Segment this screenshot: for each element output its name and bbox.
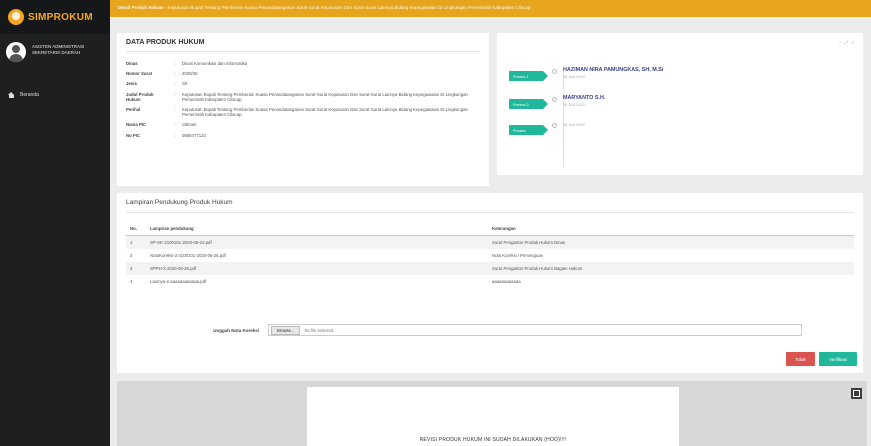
file-link[interactable]: SP-SK-2100101-2020-06-22.pdf [146,235,488,249]
detail-key: No PIC [126,132,141,138]
verifikasi-button[interactable]: Verifikasi [819,352,857,366]
timeline-line [563,71,564,167]
detail-key: Dinas [126,61,138,66]
timeline-name: MARYANTO S.H. [563,95,606,101]
sidebar-item-label: Beranda [20,92,39,98]
detail-row: Perihal: Keputusan Bupati Tentang Pemberi… [126,107,480,117]
row-number: 4 [130,279,133,284]
app-logo[interactable]: SIMPROKUM [0,0,110,34]
detail-title: DATA PRODUK HUKUM [126,39,480,52]
logo-text: SIMPROKUM [28,11,93,23]
detail-row: No PIC:0865477122 [126,133,480,138]
column-header: No. [126,222,146,236]
timeline-dot [552,123,557,128]
table-row: 2 NotaKoreksi-2.0100101-2020-06-26.pdf N… [126,249,854,262]
detail-value: 2020/36 [182,71,198,77]
colon: : [174,107,176,113]
table-row: 3 SPPH-2-2020-06-26.pdf Surat Pengantar … [126,262,854,275]
table-row: 1 SP-SK-2100101-2020-06-22.pdf Surat Pen… [126,235,854,249]
detail-row: Judul Produk Hukum: Keputusan Bupati Tent… [126,92,480,102]
sidebar: SIMPROKUM ASISTEN ADMINISTRASI SEKRETARI… [0,0,110,446]
timeline-date: 28 Juni 2020 [563,103,585,107]
file-link[interactable]: SPPH-2-2020-06-26.pdf [146,262,488,275]
upload-label: Unggah Nota Koreksi [213,327,259,333]
colon: : [174,81,176,87]
file-link[interactable]: Lainnya-2-aaaaaaaaaaaa.pdf [146,275,488,288]
logo-icon [8,9,24,25]
lampiran-title: Lampiran Pendukung Produk Hukum [126,199,854,213]
nota-koreksi-file-input[interactable]: Browse... No file selected. [268,324,802,336]
table-row: 4 Lainnya-2-aaaaaaaaaaaa.pdf aaaaaaaaaaa… [126,275,854,288]
preview-page: REVISI PRODUK HUKUM INI SUDAH DILAKUKAN … [307,387,679,446]
home-icon [8,92,15,98]
row-number: 1 [126,235,146,249]
lampiran-card: Lampiran Pendukung Produk Hukum No. Lamp… [117,193,863,373]
timeline-badge: Proses 2 [509,99,548,109]
timeline-date: 28 Juni 2020 [563,75,585,79]
user-panel: ASISTEN ADMINISTRASI SEKRETARIS DAERAH [0,34,110,68]
preview-text: REVISI PRODUK HUKUM INI SUDAH DILAKUKAN … [419,437,567,443]
detail-value: Keputusan Bupati Tentang Pemberian Kuasa… [182,91,468,102]
user-name: ASISTEN ADMINISTRASI SEKRETARIS DAERAH [32,44,85,55]
file-status: No file selected. [304,327,335,333]
timeline-date: 28 Juni 2020 [563,123,585,127]
detail-value: Keputusan Bupati Tentang Pemberian Kuasa… [182,107,468,118]
detail-key: Nama PIC [126,122,147,128]
sidebar-item-beranda[interactable]: Beranda [0,88,110,102]
detail-row: Nama PIC: rahman [126,122,480,127]
browse-button[interactable]: Browse... [271,325,301,335]
detail-value: Dinas Komunikasi dan Informatika [182,61,248,66]
timeline-dot [552,69,557,74]
row-number: 3 [126,262,146,275]
detail-key: Perihal [126,107,141,113]
timeline-item: Proses 1 HAZIMAN NIRA PAMUNGKAS, SH, M.S… [509,67,663,81]
timeline-name: HAZIMAN NIRA PAMUNGKAS, SH, M.Si [563,67,664,73]
detail-key: Nomor Surat [126,71,153,77]
colon: : [174,132,176,138]
detail-card: DATA PRODUK HUKUM Dinas: Dinas Komunikasi… [117,33,489,186]
detail-row: Jenis: SK [126,81,480,86]
timeline-dot [552,97,557,102]
timeline-item: Proses 28 Juni 2020 [509,121,585,135]
page-subtitle: - Keputusan Bupati Tentang Pemberian Kua… [163,5,531,10]
detail-key: Judul Produk Hukum [126,91,154,102]
detail-key: Jenis [126,81,137,87]
timeline-item: Proses 2 MARYANTO S.H. 28 Juni 2020 [509,95,605,109]
colon: : [174,122,176,128]
timeline-badge: Proses 1 [509,71,548,81]
detail-value: SK [182,81,188,87]
row-note: Nota Koreksi / Persetujuan [492,253,544,258]
column-header: Lampiran pendukung [146,222,488,236]
column-header: Keterangan [488,222,854,236]
detail-value: rahman [182,122,197,128]
avatar [6,42,26,62]
page-header: Detail Produk Hukum - Keputusan Bupati T… [110,0,871,17]
fullscreen-icon[interactable] [851,388,862,399]
file-link[interactable]: NotaKoreksi-2.0100101-2020-06-26.pdf [146,249,488,262]
timeline-badge: Proses [509,125,548,135]
colon: : [174,61,176,66]
colon: : [174,71,176,77]
upload-row: Unggah Nota Koreksi Browse... No file se… [187,324,802,336]
detail-list: Dinas: Dinas Komunikasi dan Informatika N… [126,61,480,138]
detail-value: 0865477122 [182,132,206,138]
card-tools[interactable]: – ⤢ × [839,40,855,45]
page-title: Detail Produk Hukum [118,5,164,10]
row-note: Surat Pengantar Produk Hukum Bagian Huku… [488,262,854,275]
timeline-card: – ⤢ × Proses 1 HAZIMAN NIRA PAMUNGKAS, S… [497,33,863,175]
colon: : [174,91,176,97]
row-note: aaaaaaaaaaaa [492,279,521,284]
row-note: Surat Pengantar Produk Hukum Dinas [488,235,854,249]
table-header-row: No. Lampiran pendukung Keterangan [126,222,854,236]
detail-row: Nomor Surat:2020/36 [126,71,480,76]
detail-row: Dinas: Dinas Komunikasi dan Informatika [126,61,480,66]
tolak-button[interactable]: Tolak [786,352,815,366]
row-number: 2 [130,253,133,258]
lampiran-table: No. Lampiran pendukung Keterangan 1 SP-S… [126,222,854,288]
document-preview: REVISI PRODUK HUKUM INI SUDAH DILAKUKAN … [117,381,867,446]
